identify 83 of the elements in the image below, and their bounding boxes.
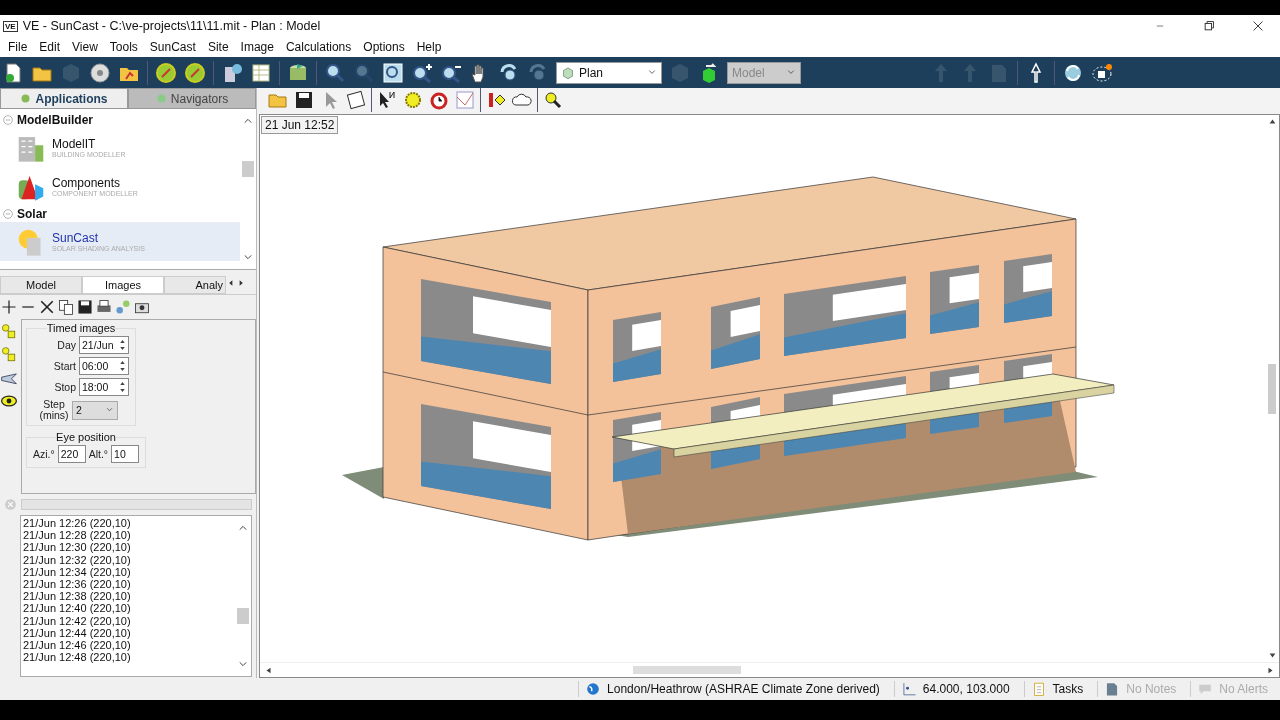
start-time-field[interactable]: 06:00 bbox=[79, 357, 129, 375]
zoom-box-icon[interactable] bbox=[382, 61, 404, 84]
panel-tab[interactable]: Applications bbox=[0, 88, 128, 109]
menu-item[interactable]: Site bbox=[201, 40, 235, 54]
image-list-item[interactable]: 21/Jun 12:42 (220,10) bbox=[23, 614, 233, 627]
zoom-in-icon[interactable] bbox=[411, 61, 433, 84]
step-dropdown[interactable]: 2 bbox=[72, 400, 118, 420]
coordinates-icon bbox=[900, 681, 917, 697]
delete-icon[interactable] bbox=[38, 298, 56, 316]
sun-icon[interactable] bbox=[402, 89, 424, 111]
menu-item[interactable]: Image bbox=[234, 40, 280, 54]
image-list-item[interactable]: 21/Jun 12:44 (220,10) bbox=[23, 626, 233, 640]
scrollbar-thumb[interactable] bbox=[633, 666, 741, 674]
image-list-item[interactable]: 21/Jun 12:46 (220,10) bbox=[23, 639, 233, 652]
tab[interactable]: Model bbox=[0, 276, 82, 294]
group-title: Timed images bbox=[46, 322, 116, 334]
tab[interactable]: Analy bbox=[164, 276, 226, 294]
menu-item[interactable]: Calculations bbox=[279, 40, 358, 54]
field-label: Stop bbox=[54, 381, 76, 393]
tasks-text[interactable]: Tasks bbox=[1052, 682, 1084, 696]
scroll-left-icon[interactable] bbox=[264, 665, 273, 675]
image-list-item[interactable]: 21/Jun 12:32 (220,10) bbox=[23, 553, 233, 566]
spin-down-icon[interactable] bbox=[119, 345, 126, 352]
image-list-item[interactable]: 21/Jun 12:30 (220,10) bbox=[23, 541, 233, 554]
location-text: London/Heathrow (ASHRAE Climate Zone derived) bbox=[607, 682, 880, 696]
cube-icon bbox=[561, 65, 575, 80]
spin-down-icon[interactable] bbox=[119, 366, 126, 373]
azimuth-field[interactable]: 220 bbox=[57, 445, 86, 463]
restore-icon[interactable] bbox=[1202, 19, 1216, 33]
app-logo: VE bbox=[3, 20, 18, 32]
table-icon[interactable] bbox=[250, 61, 272, 84]
image-list-item[interactable]: 21/Jun 12:34 (220,10) bbox=[23, 565, 233, 578]
stop-time-field[interactable]: 18:00 bbox=[79, 378, 129, 396]
view-dropdown[interactable]: Plan bbox=[556, 61, 662, 84]
image-list-item[interactable]: 21/Jun 12:48 (220,10) bbox=[23, 651, 233, 664]
group-header[interactable]: ModelBuilder bbox=[0, 112, 240, 128]
scroll-up-icon[interactable] bbox=[1267, 117, 1277, 126]
image-list-item[interactable]: 21/Jun 12:36 (220,10) bbox=[23, 578, 233, 591]
tab[interactable]: Images bbox=[82, 276, 164, 294]
scrollbar-thumb[interactable] bbox=[1268, 363, 1276, 414]
zoom-icon[interactable] bbox=[324, 61, 346, 84]
menu-item[interactable]: Edit bbox=[33, 40, 67, 54]
image-list-item[interactable]: 21/Jun 12:40 (220,10) bbox=[23, 602, 233, 615]
spin-down-icon[interactable] bbox=[119, 387, 126, 394]
scrollbar-thumb[interactable] bbox=[242, 161, 254, 177]
menu-item[interactable]: File bbox=[2, 40, 34, 54]
altitude-field[interactable]: 10 bbox=[111, 445, 140, 463]
window-title: VE - SunCast - C:\ve-projects\11\11.mit - Plan : Model bbox=[22, 19, 322, 33]
coordinates-text: 64.000, 103.000 bbox=[922, 682, 1010, 696]
spin-up-icon[interactable] bbox=[119, 359, 126, 366]
orbit-icon[interactable] bbox=[1091, 61, 1113, 84]
disc-icon[interactable] bbox=[89, 61, 111, 84]
image-list-item[interactable]: 21/Jun 12:28 (220,10) bbox=[23, 529, 233, 542]
menu-item[interactable]: Options bbox=[357, 40, 411, 54]
field-label: Day bbox=[57, 339, 76, 351]
field-label: Alt.° bbox=[88, 448, 109, 460]
scroll-down-icon[interactable] bbox=[1267, 651, 1277, 660]
field-label: Azi.° bbox=[33, 448, 55, 460]
field-label: Start bbox=[53, 360, 76, 372]
chart-icon[interactable] bbox=[454, 89, 476, 111]
menu-item[interactable]: View bbox=[66, 40, 104, 54]
add-icon[interactable] bbox=[0, 298, 18, 316]
spin-up-icon[interactable] bbox=[119, 380, 126, 387]
group-header[interactable]: Solar bbox=[0, 206, 240, 222]
save-icon[interactable] bbox=[76, 298, 94, 316]
zoom-icon[interactable] bbox=[542, 89, 564, 111]
menu-item[interactable]: Help bbox=[410, 40, 448, 54]
day-field[interactable]: 21/Jun bbox=[79, 336, 129, 354]
scroll-right-icon[interactable] bbox=[1266, 665, 1275, 675]
panel-tab[interactable]: Navigators bbox=[128, 88, 256, 109]
group-title: Eye position bbox=[56, 431, 116, 443]
scrollbar-thumb[interactable] bbox=[237, 608, 249, 624]
dropdown-caret-icon[interactable] bbox=[105, 405, 114, 414]
image-list-item[interactable]: 21/Jun 12:38 (220,10) bbox=[23, 590, 233, 603]
field-label: Step (mins) bbox=[39, 399, 69, 421]
close-icon[interactable] bbox=[1251, 19, 1265, 33]
save-icon[interactable] bbox=[293, 89, 315, 111]
copy-icon[interactable] bbox=[57, 298, 75, 316]
timestamp-label: 21 Jun 12:52 bbox=[261, 116, 339, 134]
spin-up-icon[interactable] bbox=[119, 338, 126, 345]
image-list-item[interactable]: 21/Jun 12:26 (220,10) bbox=[23, 517, 233, 530]
menu-item[interactable]: Tools bbox=[103, 40, 144, 54]
menu-item[interactable]: SunCast bbox=[143, 40, 202, 54]
